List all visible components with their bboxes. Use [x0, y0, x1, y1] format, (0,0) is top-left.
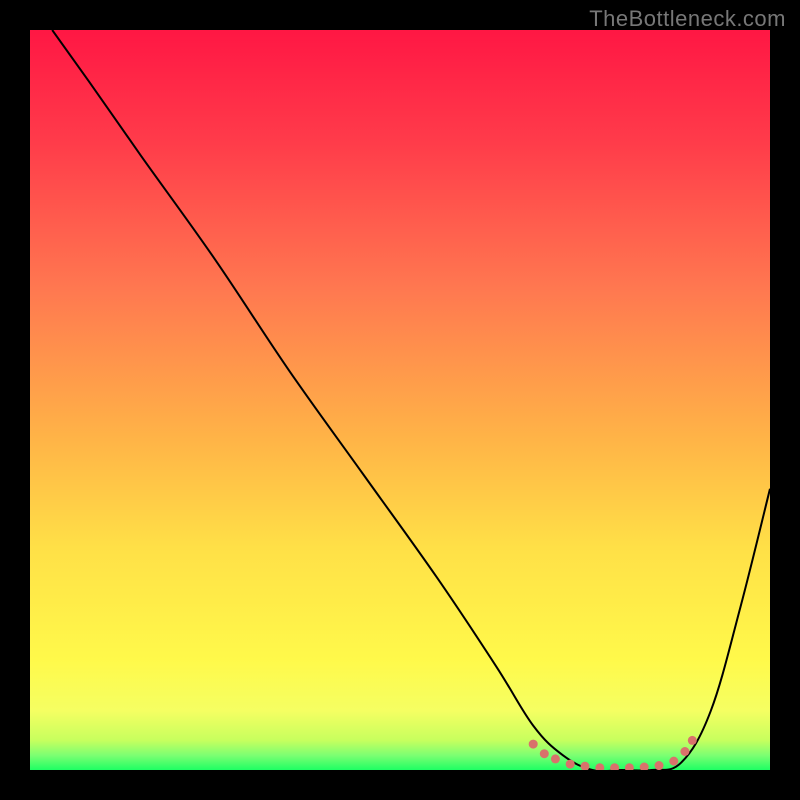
optimal-marker	[625, 763, 634, 770]
optimal-range-markers	[529, 736, 697, 770]
optimal-marker	[566, 760, 575, 769]
optimal-marker	[680, 747, 689, 756]
optimal-marker	[610, 763, 619, 770]
optimal-marker	[669, 757, 678, 766]
watermark-text: TheBottleneck.com	[589, 6, 786, 32]
chart-container	[30, 30, 770, 770]
optimal-marker	[551, 754, 560, 763]
optimal-marker	[595, 763, 604, 770]
optimal-marker	[540, 749, 549, 758]
optimal-marker	[655, 761, 664, 770]
marker-layer	[30, 30, 770, 770]
optimal-marker	[581, 762, 590, 770]
optimal-marker	[640, 763, 649, 770]
optimal-marker	[688, 736, 697, 745]
optimal-marker	[529, 740, 538, 749]
